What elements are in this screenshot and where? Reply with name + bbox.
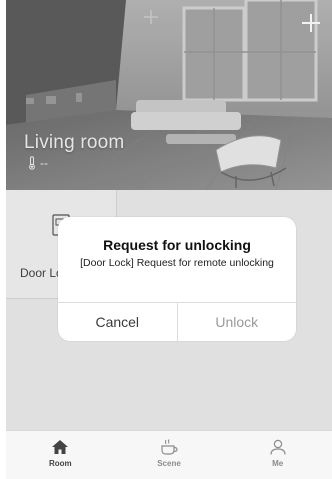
- dialog-message: [Door Lock] Request for remote unlocking: [80, 257, 274, 269]
- dialog-actions: Cancel Unlock: [58, 302, 296, 341]
- app-screen: Living room -- Door Lock Request for unl…: [6, 0, 332, 479]
- scene-cup-icon: [161, 439, 178, 455]
- tab-room[interactable]: Room: [6, 431, 115, 479]
- cancel-button[interactable]: Cancel: [58, 303, 178, 341]
- tab-room-label: Room: [49, 459, 72, 468]
- unlock-button[interactable]: Unlock: [178, 303, 297, 341]
- dialog-title: Request for unlocking: [103, 237, 251, 253]
- person-icon: [270, 439, 286, 455]
- unlock-request-dialog: Request for unlocking [Door Lock] Reques…: [58, 217, 296, 341]
- tab-scene[interactable]: Scene: [115, 431, 224, 479]
- tab-scene-label: Scene: [157, 459, 181, 468]
- bottom-tab-bar: Room Scene Me: [6, 430, 332, 479]
- tab-me-label: Me: [272, 459, 284, 468]
- tab-me[interactable]: Me: [223, 431, 332, 479]
- home-icon: [52, 440, 69, 454]
